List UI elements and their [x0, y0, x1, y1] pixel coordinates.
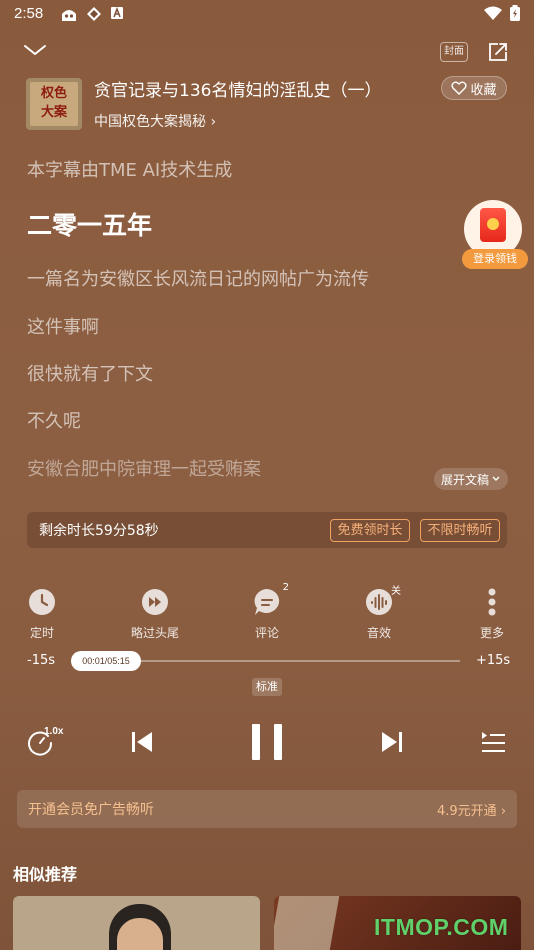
- vip-price-link[interactable]: 4.9元开通 ›: [437, 800, 506, 819]
- sound-effect-badge: 关: [391, 586, 401, 597]
- track-title: 贪官记录与136名情妇的淫乱史（一）: [94, 81, 382, 101]
- speed-button[interactable]: 1.0x: [26, 726, 68, 758]
- wifi-icon: [484, 6, 502, 20]
- album-art[interactable]: 权色 大案: [26, 78, 82, 130]
- comment-icon: [254, 589, 280, 615]
- lyric-line-current[interactable]: 二零一五年: [27, 206, 152, 242]
- album-link[interactable]: 中国权色大案揭秘 ›: [94, 111, 216, 131]
- skip-intro-icon: [142, 589, 168, 615]
- login-reward-label: 登录领钱: [462, 249, 528, 269]
- cover-button[interactable]: 封面: [440, 42, 468, 62]
- skip-intro-label: 略过头尾: [130, 626, 179, 640]
- remaining-time-text: 剩余时长59分58秒: [39, 523, 159, 539]
- quality-selector[interactable]: 标准: [252, 678, 282, 696]
- expand-label: 展开文稿: [440, 472, 489, 487]
- comment-button[interactable]: 2 评论: [237, 582, 297, 641]
- chevron-right-icon: ›: [500, 804, 507, 819]
- free-time-button[interactable]: 免费领时长: [330, 519, 410, 542]
- font-notification-icon: [111, 6, 123, 19]
- more-label: 更多: [479, 626, 504, 640]
- album-name: 中国权色大案揭秘: [94, 114, 206, 130]
- seek-back-button[interactable]: -15s: [27, 653, 55, 668]
- envelope-seal: [487, 218, 499, 230]
- next-track-icon[interactable]: [380, 730, 404, 754]
- status-bar: 2:58: [0, 0, 534, 28]
- speed-label: 1.0x: [44, 726, 64, 737]
- progress-thumb[interactable]: 00:01/05:15: [71, 651, 141, 671]
- chevron-down-icon[interactable]: [22, 40, 48, 60]
- comment-label: 评论: [254, 626, 279, 640]
- chevron-right-icon: ›: [210, 114, 217, 130]
- battery-icon: [510, 5, 520, 21]
- recommend-section-title: 相似推荐: [13, 865, 78, 884]
- lyric-line[interactable]: 不久呢: [27, 407, 81, 433]
- sound-effect-icon: [366, 589, 392, 615]
- system-status: [484, 5, 520, 21]
- album-art-text: 权色 大案: [40, 86, 67, 120]
- vip-price: 4.9元开通: [437, 804, 497, 819]
- pinwheel-notification-icon: [87, 7, 101, 21]
- status-time: 2:58: [14, 5, 44, 22]
- sound-effect-label: 音效: [366, 626, 391, 640]
- app-notification-icon: [62, 10, 76, 21]
- pause-icon[interactable]: [250, 723, 284, 761]
- lyric-line[interactable]: 安徽合肥中院审理一起受贿案: [27, 455, 261, 481]
- share-icon[interactable]: [486, 40, 510, 64]
- vip-banner-text: 开通会员免广告畅听: [28, 802, 154, 818]
- timer-label: 定时: [29, 626, 54, 640]
- comment-count-badge: 2: [282, 582, 289, 593]
- more-button[interactable]: 更多: [462, 588, 522, 641]
- more-icon: [488, 588, 496, 616]
- site-watermark: ITMOP.COM: [374, 914, 509, 940]
- previous-track-icon[interactable]: [130, 730, 154, 754]
- login-reward-widget[interactable]: 登录领钱: [462, 200, 528, 270]
- notification-icons: [60, 6, 124, 22]
- sound-effect-button[interactable]: 关 音效: [349, 586, 409, 641]
- heart-plus-icon: [451, 81, 468, 95]
- seek-forward-button[interactable]: +15s: [476, 653, 510, 668]
- unlimited-listen-button[interactable]: 不限时畅听: [420, 519, 500, 542]
- lyric-line[interactable]: 一篇名为安徽区长风流日记的网帖广为流传: [27, 265, 369, 291]
- clock-icon: [29, 589, 55, 615]
- lyric-line[interactable]: 这件事啊: [27, 313, 99, 339]
- chevron-down-icon: [492, 476, 500, 481]
- expand-transcript-button[interactable]: 展开文稿: [434, 468, 508, 490]
- timer-button[interactable]: 定时: [12, 588, 72, 641]
- skip-intro-button[interactable]: 略过头尾: [125, 588, 185, 641]
- ai-subtitle-notice: 本字幕由TME AI技术生成: [27, 160, 233, 181]
- favorite-label: 收藏: [470, 82, 497, 98]
- recommend-card-image: [274, 896, 340, 950]
- lyric-line[interactable]: 很快就有了下文: [27, 360, 153, 386]
- recommend-card[interactable]: [13, 896, 260, 950]
- playlist-icon[interactable]: [480, 730, 506, 754]
- favorite-button[interactable]: 收藏: [441, 76, 507, 100]
